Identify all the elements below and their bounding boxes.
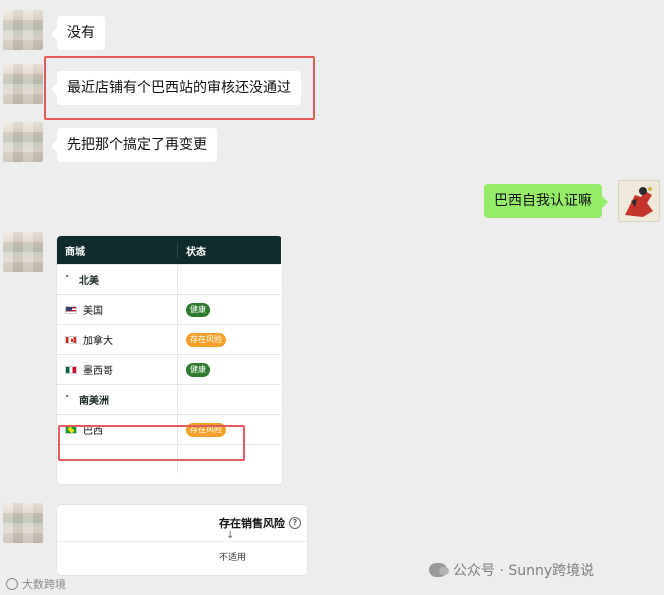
- country-name: 加拿大: [83, 336, 113, 347]
- country-name: 墨西哥: [83, 366, 113, 377]
- highlight-box: [44, 56, 315, 120]
- watermark-right: 公众号 · Sunny跨境说: [429, 560, 594, 580]
- mexico-flag-icon: [65, 365, 77, 374]
- contact-avatar[interactable]: [3, 503, 43, 543]
- avatar-illustration-icon: [619, 181, 659, 221]
- chevron-up-icon[interactable]: ˄: [65, 275, 73, 285]
- group-row[interactable]: ˄ 北美: [57, 264, 281, 294]
- watermark-logo-icon: [6, 578, 18, 590]
- watermark-text: 大数跨境: [22, 578, 66, 591]
- group-row[interactable]: ˄ 南美洲: [57, 384, 281, 414]
- contact-avatar[interactable]: [3, 64, 43, 104]
- status-badge: 存在风险: [186, 332, 226, 347]
- sales-risk-title: 存在销售风险 ?: [219, 515, 301, 531]
- status-badge: 健康: [186, 302, 210, 317]
- column-header-status: 状态: [177, 242, 281, 258]
- sales-risk-value: 不适用: [219, 553, 247, 563]
- message-bubble[interactable]: 没有: [51, 16, 105, 50]
- sales-risk-screenshot[interactable]: 存在销售风险 ? ↓ 不适用: [57, 505, 307, 575]
- message-text: 先把那个搞定了再变更: [67, 137, 207, 153]
- sales-risk-title-text: 存在销售风险: [219, 517, 285, 530]
- chevron-up-icon[interactable]: ˄: [65, 395, 73, 405]
- message-text: 巴西自我认证嘛: [494, 193, 592, 209]
- table-row[interactable]: 加拿大 存在风险: [57, 324, 281, 354]
- column-header-marketplace: 商城: [65, 246, 85, 258]
- wechat-logo-icon: [429, 563, 449, 577]
- watermark-text: 公众号 · Sunny跨境说: [453, 563, 595, 579]
- canada-flag-icon: [65, 335, 77, 344]
- my-avatar[interactable]: [618, 180, 660, 222]
- us-flag-icon: [65, 305, 77, 314]
- group-label: 南美洲: [79, 396, 109, 407]
- contact-avatar[interactable]: [3, 232, 43, 272]
- message-text: 没有: [67, 25, 95, 41]
- divider: [57, 541, 307, 542]
- sort-arrow-icon[interactable]: ↓: [226, 530, 234, 541]
- contact-avatar[interactable]: [3, 10, 43, 50]
- group-label: 北美: [79, 276, 99, 287]
- table-row[interactable]: 墨西哥 健康: [57, 354, 281, 384]
- my-message-bubble[interactable]: 巴西自我认证嘛: [484, 184, 608, 218]
- table-row[interactable]: 美国 健康: [57, 294, 281, 324]
- highlight-box: [58, 425, 245, 461]
- watermark-left: 大数跨境: [6, 576, 66, 592]
- table-header-row: 商城 状态: [57, 236, 281, 264]
- contact-avatar[interactable]: [3, 122, 43, 162]
- help-icon[interactable]: ?: [289, 517, 301, 529]
- status-badge: 健康: [186, 362, 210, 377]
- message-bubble[interactable]: 先把那个搞定了再变更: [51, 128, 217, 162]
- country-name: 美国: [83, 306, 103, 317]
